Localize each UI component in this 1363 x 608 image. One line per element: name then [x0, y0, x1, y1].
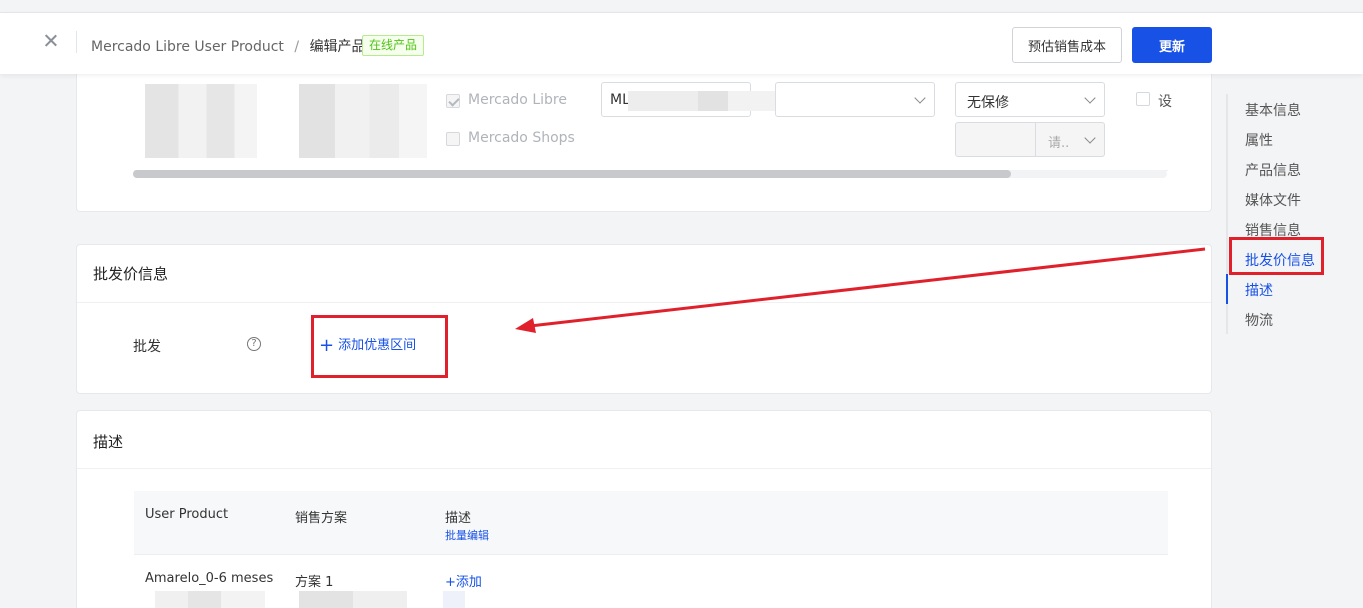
blurred-image — [155, 591, 265, 608]
chevron-down-icon — [1084, 132, 1096, 144]
mercado-libre-checkbox[interactable] — [446, 94, 460, 108]
breadcrumb: Mercado Libre User Product / 编辑产品 — [91, 36, 366, 56]
table-header: User Product 销售方案 描述 批量编辑 — [134, 491, 1168, 555]
shops-field[interactable]: 请.. — [955, 122, 1105, 157]
blurred-image — [299, 84, 427, 158]
nav-item-logistics[interactable]: 物流 — [1245, 310, 1273, 330]
nav-item-product-info[interactable]: 产品信息 — [1245, 160, 1301, 180]
warranty-value: 无保修 — [967, 95, 1009, 111]
description-card: 描述 User Product 销售方案 描述 批量编辑 Amarelo_0-6… — [76, 410, 1212, 608]
mercado-shops-label: Mercado Shops — [468, 130, 575, 146]
breadcrumb-separator: / — [294, 39, 300, 55]
nav-active-marker — [1226, 274, 1228, 304]
annotation-box-add-range — [311, 315, 448, 378]
blurred-image — [299, 591, 407, 608]
page-header: Mercado Libre User Product / 编辑产品 在线产品 预… — [0, 12, 1363, 74]
nav-item-description[interactable]: 描述 — [1245, 280, 1273, 300]
divider — [77, 302, 1211, 303]
ml-id-field[interactable]: ML — [601, 82, 828, 117]
select-placeholder: 请.. — [1048, 136, 1070, 151]
description-title: 描述 — [93, 433, 124, 451]
wholesale-card: 批发价信息 批发 ? + 添加优惠区间 — [76, 244, 1212, 394]
add-description-link[interactable]: +添加 — [445, 571, 482, 590]
bulk-edit-link[interactable]: 批量编辑 — [445, 527, 489, 543]
update-button[interactable]: 更新 — [1132, 27, 1212, 63]
breadcrumb-current: 编辑产品 — [309, 39, 366, 55]
warranty-select[interactable]: 无保修 — [955, 82, 1105, 117]
divider — [77, 468, 1211, 469]
close-icon[interactable] — [43, 33, 59, 49]
nav-item-media[interactable]: 媒体文件 — [1245, 190, 1301, 210]
annotation-box-nav-wholesale — [1229, 237, 1324, 275]
breadcrumb-root[interactable]: Mercado Libre User Product — [91, 39, 284, 55]
wholesale-label: 批发 — [133, 339, 161, 355]
section-nav: 基本信息 属性 产品信息 媒体文件 销售信息 批发价信息 描述 物流 — [1226, 94, 1336, 334]
column-description: 描述 — [445, 511, 472, 526]
option-checkbox-label: 设 — [1158, 94, 1172, 110]
column-sales-plan: 销售方案 — [295, 511, 348, 526]
blurred-image — [443, 591, 465, 608]
nav-item-basic-info[interactable]: 基本信息 — [1245, 100, 1301, 120]
status-badge: 在线产品 — [362, 35, 425, 56]
estimate-cost-button[interactable]: 预估销售成本 — [1012, 27, 1122, 63]
field-divider — [1035, 123, 1036, 156]
sales-channel-card: Mercado Libre Mercado Shops ML 无保修 请.. 设 — [76, 52, 1212, 212]
listing-type-select[interactable] — [775, 82, 935, 117]
mercado-libre-label: Mercado Libre — [468, 92, 567, 108]
scrollbar-thumb[interactable] — [133, 170, 1011, 178]
mercado-shops-checkbox[interactable] — [446, 132, 460, 146]
nav-item-attributes[interactable]: 属性 — [1245, 130, 1273, 150]
help-icon[interactable]: ? — [247, 337, 261, 351]
wholesale-title: 批发价信息 — [93, 265, 169, 283]
row-product: Amarelo_0-6 meses — [145, 571, 274, 586]
horizontal-scrollbar[interactable] — [133, 170, 1167, 178]
ml-prefix: ML — [610, 92, 630, 108]
chevron-down-icon — [1084, 92, 1096, 104]
header-divider — [76, 31, 77, 53]
blurred-image — [145, 84, 257, 158]
chevron-down-icon — [914, 92, 926, 104]
column-user-product: User Product — [145, 507, 229, 522]
option-checkbox[interactable] — [1136, 92, 1150, 106]
row-plan: 方案 1 — [295, 575, 334, 590]
